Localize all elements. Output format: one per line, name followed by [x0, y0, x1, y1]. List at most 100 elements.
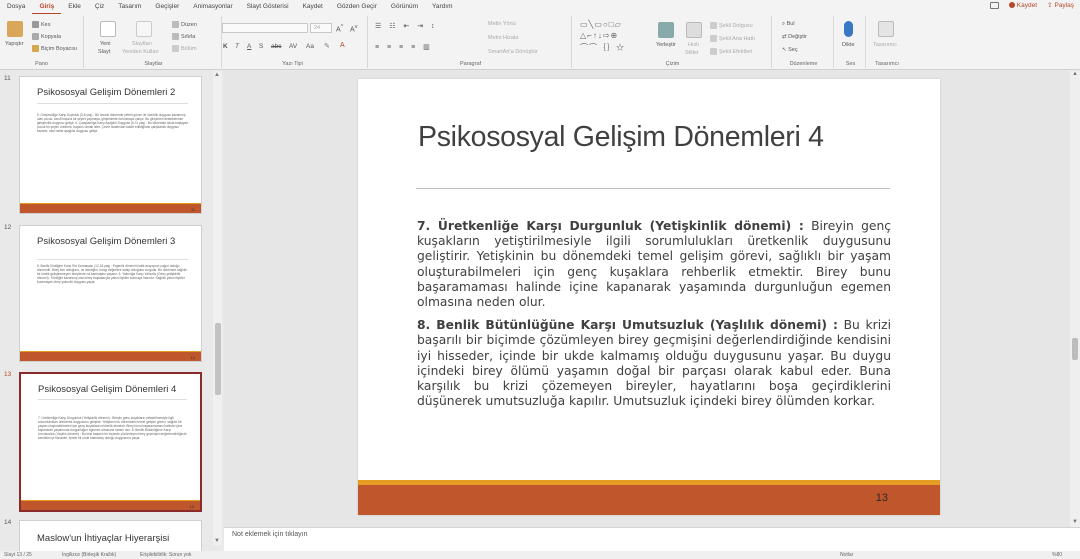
scroll-down-arrow-icon[interactable]: ▼ [1072, 519, 1078, 525]
thumb-divider [37, 103, 188, 104]
tab-yardim[interactable]: Yardım [425, 0, 459, 14]
record-button[interactable]: Kaydet [1008, 2, 1037, 9]
paste-icon[interactable] [7, 21, 23, 37]
section-button[interactable]: Bölüm [172, 45, 197, 52]
bold-icon[interactable]: K [223, 43, 228, 50]
layout-label: Düzen [181, 21, 197, 28]
text-direction-button[interactable]: Metin Yönü [488, 21, 516, 27]
dictate-button[interactable]: Dikte [842, 42, 855, 48]
shape-fill-button[interactable]: Şekil Dolgusu [710, 22, 753, 29]
editor-scroll-thumb[interactable] [1072, 338, 1078, 360]
find-button[interactable]: ⌕ Bul [782, 21, 795, 28]
shape-effects-button[interactable]: Şekil Efektleri [710, 48, 752, 55]
scroll-down-arrow-icon[interactable]: ▼ [214, 538, 220, 544]
slide-body-textbox[interactable]: 7. Üretkenliğe Karşı Durgunluk (Yetişkin… [417, 219, 891, 417]
select-button[interactable]: ↖ Seç [782, 47, 798, 53]
thumb-page-number: 11 [190, 207, 195, 212]
thumbnails-scrollbar[interactable]: ▲ ▼ [213, 71, 222, 545]
paragraph-group: ☰ ☷ ⇤ ⇥ ↕ ≡ ≡ ≡ ≡ ▥ Metin Yönü Metni Hiz… [370, 16, 572, 68]
font-name-box[interactable] [222, 23, 308, 33]
change-case-icon[interactable]: Aa [306, 43, 314, 50]
highlight-icon[interactable]: ✎ [324, 42, 330, 50]
slide-title[interactable]: Psikososyal Gelişim Dönemleri 4 [418, 121, 824, 154]
cut-button[interactable]: Kes [32, 21, 50, 28]
reset-button[interactable]: Sıfırla [172, 33, 195, 40]
shapes-gallery-icon[interactable]: ▭╲▭○□▱ [580, 20, 622, 29]
slide-thumbnail-selected[interactable]: Psikososyal Gelişim Dönemleri 4 7. Üretk… [19, 372, 202, 512]
slides-group: Yeni Slayt Slaytları Yeniden Kullan Düze… [86, 16, 222, 68]
copy-button[interactable]: Kopyala [32, 33, 61, 40]
editor-scrollbar[interactable]: ▲ ▼ [1070, 71, 1080, 527]
thumbnails-scroll-thumb[interactable] [215, 323, 221, 395]
list-buttons-icon[interactable]: ☰ ☷ ⇤ ⇥ ↕ [375, 22, 438, 30]
replace-button[interactable]: ⇄ Değiştir [782, 34, 807, 40]
tab-tasarim[interactable]: Tasarım [111, 0, 148, 14]
designer-button[interactable]: Tasarımcı [873, 42, 897, 48]
shape-outline-button[interactable]: Şekil Ana Hattı [710, 35, 755, 42]
tab-ciz[interactable]: Çiz [88, 0, 111, 14]
quick-styles-label[interactable]: Hızlı [688, 42, 699, 48]
new-slide-label[interactable]: Yeni [100, 41, 111, 47]
reuse-slides-label-2[interactable]: Yeniden Kullan [122, 49, 159, 55]
language-indicator[interactable]: İngilizce (Birleşik Krallık) [62, 552, 116, 558]
reuse-slides-icon[interactable] [136, 21, 152, 37]
thumb-title: Maslow'un İhtiyaçlar Hiyerarşisi [37, 533, 170, 544]
paste-button[interactable]: Yapıştır [5, 41, 24, 47]
strikethrough-icon[interactable]: abc [271, 43, 281, 50]
smartart-button[interactable]: SmartArt'a Dönüştür [488, 49, 538, 55]
paintbrush-icon [32, 45, 39, 52]
arrange-icon[interactable] [658, 22, 674, 38]
italic-icon[interactable]: T [235, 43, 239, 50]
reuse-slides-label[interactable]: Slaytları [132, 41, 152, 47]
shadow-icon[interactable]: S [259, 43, 263, 50]
tab-gorunum[interactable]: Görünüm [384, 0, 425, 14]
tab-gecisler[interactable]: Geçişler [148, 0, 186, 14]
thumb-title: Psikososyal Gelişim Dönemleri 3 [37, 236, 176, 247]
drawing-group-label: Çizim [665, 61, 680, 67]
designer-icon[interactable] [878, 21, 894, 37]
shapes-gallery-row3-icon[interactable]: ⌒⌒｛｝☆ [580, 42, 625, 53]
tab-animasyonlar[interactable]: Animasyonlar [186, 0, 239, 14]
arrange-label[interactable]: Yerleştir [656, 42, 676, 48]
share-button[interactable]: ⇪ Paylaş [1047, 1, 1074, 10]
tab-giris[interactable]: Giriş [32, 1, 62, 14]
slide-canvas[interactable]: Psikososyal Gelişim Dönemleri 4 7. Üretk… [358, 79, 940, 515]
quick-styles-label-2[interactable]: Stiller [685, 50, 699, 56]
tab-kaydet[interactable]: Kaydet [296, 0, 330, 14]
tab-slayt-gosterisi[interactable]: Slayt Gösterisi [240, 0, 296, 14]
notes-toggle[interactable]: Notlar [840, 552, 853, 558]
scroll-up-arrow-icon[interactable]: ▲ [1072, 71, 1078, 77]
shrink-font-icon[interactable]: Av [350, 24, 358, 33]
alignment-buttons-icon[interactable]: ≡ ≡ ≡ ≡ ▥ [375, 43, 433, 51]
paragraph-2-heading: 8. Benlik Bütünlüğüne Karşı Umutsuzluk (… [417, 318, 838, 333]
tab-dosya[interactable]: Dosya [0, 0, 32, 14]
thumb-body: 5. Benlik Kimliğine Karşı Rol Karmaşası … [37, 264, 187, 284]
voice-group: Dikte Ses [836, 16, 866, 68]
new-slide-icon[interactable] [100, 21, 116, 37]
align-text-button[interactable]: Metni Hizala [488, 35, 518, 41]
quick-styles-icon[interactable] [686, 22, 702, 38]
grow-font-icon[interactable]: A^ [336, 24, 343, 33]
font-color-icon[interactable]: A [340, 42, 345, 49]
scroll-up-arrow-icon[interactable]: ▲ [214, 72, 220, 78]
shapes-gallery-row2-icon[interactable]: △⌐↑↓⇨⊕ [580, 31, 618, 40]
slide-thumbnail[interactable]: Psikososyal Gelişim Dönemleri 2 5. Giriş… [19, 76, 202, 214]
microphone-icon[interactable] [844, 21, 853, 37]
accessibility-status[interactable]: Erişilebilirlik: Sorun yok [140, 552, 191, 558]
reset-label: Sıfırla [181, 33, 196, 40]
thumb-divider [38, 399, 187, 400]
layout-button[interactable]: Düzen [172, 21, 197, 28]
tab-gozden-gecir[interactable]: Gözden Geçir [330, 0, 384, 14]
char-spacing-icon[interactable]: AV [289, 43, 297, 50]
body-paragraph-1: 7. Üretkenliğe Karşı Durgunluk (Yetişkin… [417, 219, 891, 310]
zoom-level[interactable]: %80 [1052, 552, 1062, 558]
font-size-box[interactable]: 24 [310, 23, 332, 33]
notes-pane[interactable]: Not eklemek için tıklayın [224, 527, 1080, 551]
new-slide-label-2[interactable]: Slayt [98, 49, 110, 55]
comment-icon[interactable] [989, 1, 999, 9]
slide-thumbnail[interactable]: Psikososyal Gelişim Dönemleri 3 5. Benli… [19, 225, 202, 362]
underline-icon[interactable]: A [247, 43, 251, 50]
format-painter-button[interactable]: Biçim Boyacısı [32, 45, 77, 52]
thumb-title: Psikososyal Gelişim Dönemleri 2 [37, 87, 176, 98]
tab-ekle[interactable]: Ekle [61, 0, 88, 14]
